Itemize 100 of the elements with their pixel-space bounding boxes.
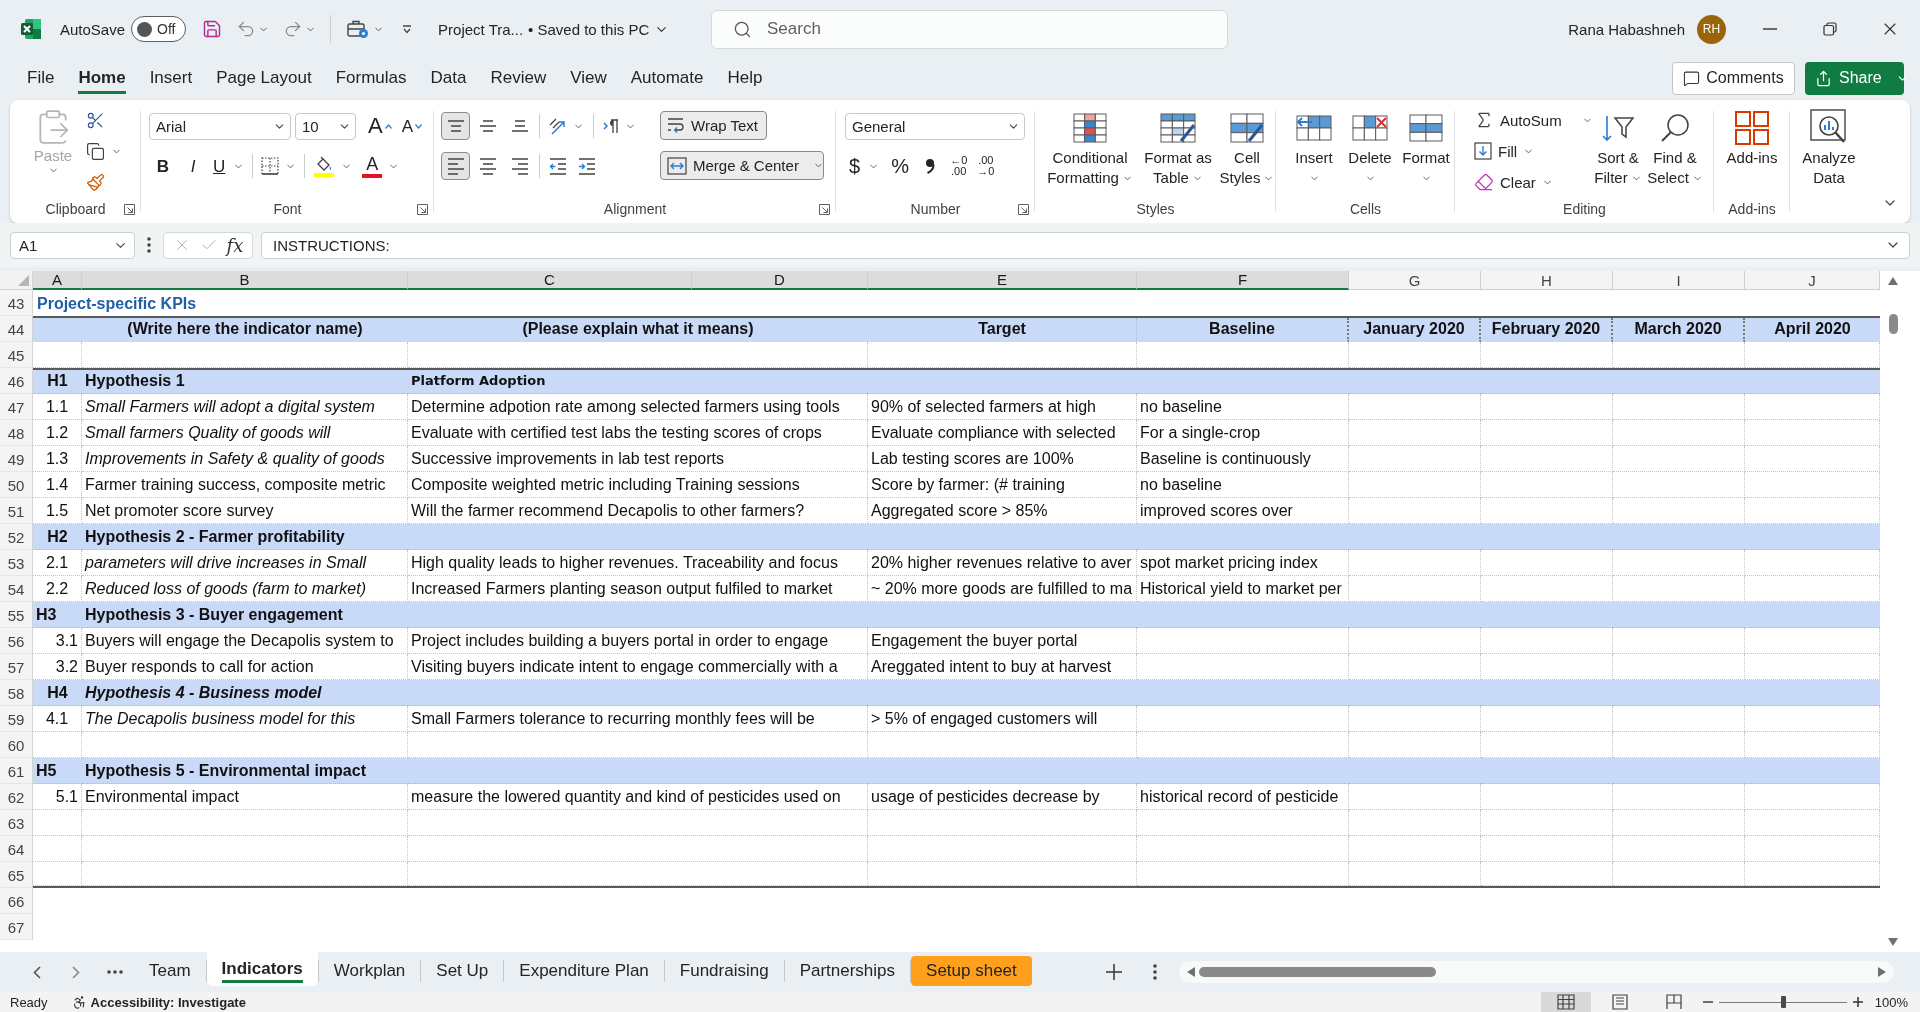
corner-arrow-icon[interactable] (1018, 203, 1029, 215)
percent-button[interactable]: % (887, 152, 914, 180)
user-avatar[interactable]: RH (1697, 14, 1726, 44)
delete-button[interactable]: Delete (1342, 108, 1398, 188)
menu-tab[interactable]: View (570, 62, 607, 94)
row-header[interactable]: 51 (0, 498, 33, 524)
column-header[interactable]: A (33, 271, 82, 290)
autosum-button[interactable]: AutoSum (1472, 108, 1590, 132)
italic-button[interactable]: I (179, 152, 207, 180)
conditional-formatting-button[interactable]: Conditional Formatting (1040, 108, 1140, 188)
zoom-in-icon[interactable] (1852, 997, 1863, 1007)
menu-tab[interactable]: Help (727, 62, 763, 94)
number-format-dropdown[interactable]: General (845, 112, 1025, 140)
analyze-data-button[interactable]: Analyze Data (1796, 108, 1862, 188)
sheet-tab[interactable]: Fundraising (664, 956, 784, 986)
row-header[interactable]: 47 (0, 394, 33, 420)
column-header[interactable]: G (1349, 271, 1481, 290)
autosave-toggle[interactable]: Off (131, 16, 187, 42)
align-top-button[interactable] (441, 112, 470, 140)
row-header[interactable]: 59 (0, 706, 33, 732)
column-header[interactable]: D (692, 271, 868, 290)
sheet-tab[interactable]: Indicators (206, 952, 318, 986)
row-header[interactable]: 56 (0, 628, 33, 654)
scroll-left-icon[interactable] (1187, 967, 1195, 977)
bold-button[interactable]: B (149, 152, 177, 180)
sheet-tab[interactable]: Setup sheet (911, 956, 1032, 986)
cell-styles-button[interactable]: Cell Styles (1216, 108, 1278, 188)
row-header[interactable]: 60 (0, 732, 33, 758)
format-as-table-button[interactable]: Format as Table (1140, 108, 1216, 188)
row-header[interactable]: 45 (0, 342, 33, 368)
column-header[interactable]: B (82, 271, 408, 290)
underline-button[interactable]: U (209, 152, 249, 180)
align-left-button[interactable] (441, 152, 470, 180)
decrease-decimal-button[interactable]: .00 →0 (974, 152, 998, 180)
row-header[interactable]: 49 (0, 446, 33, 472)
row-header[interactable]: 50 (0, 472, 33, 498)
wrap-text-button[interactable]: Wrap Text (660, 111, 767, 140)
formula-input[interactable]: INSTRUCTIONS: (261, 231, 1910, 259)
menu-tab[interactable]: Insert (149, 62, 193, 94)
corner-arrow-icon[interactable] (417, 203, 428, 215)
sheet-tab[interactable]: Expenditure Plan (504, 956, 664, 986)
sheet-tab[interactable]: Workplan (318, 956, 421, 986)
row-header[interactable]: 61 (0, 758, 33, 784)
menu-tab[interactable]: Formulas (335, 62, 407, 94)
menu-tab[interactable]: File (27, 62, 55, 94)
scrollbar-thumb[interactable] (1888, 314, 1898, 334)
menu-tab[interactable]: Data (430, 62, 467, 94)
fill-button[interactable]: Fill (1472, 139, 1590, 163)
row-header[interactable]: 66 (0, 888, 33, 914)
document-title-button[interactable]: Project Tra... • Saved to this PC (438, 20, 670, 38)
menu-tab[interactable]: Automate (630, 62, 704, 94)
row-header[interactable]: 67 (0, 914, 33, 940)
shrink-font-button[interactable]: A (397, 112, 427, 140)
scroll-right-icon[interactable] (1878, 967, 1886, 977)
increase-decimal-button[interactable]: ←0 .00 (947, 152, 971, 180)
grow-font-button[interactable]: A (364, 112, 396, 140)
format-button[interactable]: Format (1398, 108, 1454, 188)
column-header[interactable]: C (408, 271, 692, 290)
accessibility-button[interactable]: Accessibility: Investigate (71, 994, 246, 1010)
search-field[interactable]: Search (711, 9, 1228, 49)
slider-thumb[interactable] (1780, 996, 1786, 1008)
menu-tab[interactable]: Page Layout (216, 62, 312, 94)
row-header[interactable]: 62 (0, 784, 33, 810)
row-header[interactable]: 52 (0, 524, 33, 550)
row-header[interactable]: 65 (0, 862, 33, 888)
row-header[interactable]: 55 (0, 602, 33, 628)
font-name-dropdown[interactable]: Arial (149, 112, 291, 140)
scrollbar-thumb[interactable] (1199, 967, 1436, 977)
scroll-up-icon[interactable] (1888, 277, 1898, 285)
sheet-tab[interactable]: Partnerships (784, 956, 911, 986)
insert-button[interactable]: Insert (1286, 108, 1342, 188)
menu-tab[interactable]: Home (78, 62, 126, 94)
scroll-down-icon[interactable] (1888, 938, 1898, 946)
find-select-button[interactable]: Find & Select (1646, 108, 1704, 188)
font-size-dropdown[interactable]: 10 (295, 112, 356, 140)
column-header[interactable]: I (1613, 271, 1745, 290)
share-button[interactable]: Share (1805, 61, 1904, 95)
row-header[interactable]: 57 (0, 654, 33, 680)
column-header[interactable]: H (1481, 271, 1613, 290)
normal-view-button[interactable] (1540, 992, 1591, 1012)
currency-button[interactable]: $ (845, 152, 884, 180)
sheet-tab[interactable]: Team (134, 956, 206, 986)
column-header[interactable]: E (868, 271, 1137, 290)
row-header[interactable]: 58 (0, 680, 33, 706)
corner-arrow-icon[interactable] (124, 203, 135, 215)
row-header[interactable]: 44 (0, 316, 33, 342)
row-header[interactable]: 53 (0, 550, 33, 576)
row-header[interactable]: 54 (0, 576, 33, 602)
corner-arrow-icon[interactable] (819, 203, 830, 215)
sort-filter-button[interactable]: Sort & Filter (1590, 108, 1646, 188)
insert-function-button[interactable]: fx (226, 234, 244, 256)
name-box[interactable]: A1 (10, 231, 135, 259)
more-icon[interactable] (147, 237, 151, 253)
font-color-button[interactable]: A (358, 152, 404, 180)
add-ins-button[interactable]: Add-ins (1720, 108, 1784, 168)
comments-button[interactable]: Comments (1672, 61, 1795, 95)
sheet-tab[interactable]: Set Up (421, 956, 504, 986)
row-header[interactable]: 48 (0, 420, 33, 446)
menu-tab[interactable]: Review (490, 62, 547, 94)
column-header[interactable]: F (1137, 271, 1349, 290)
